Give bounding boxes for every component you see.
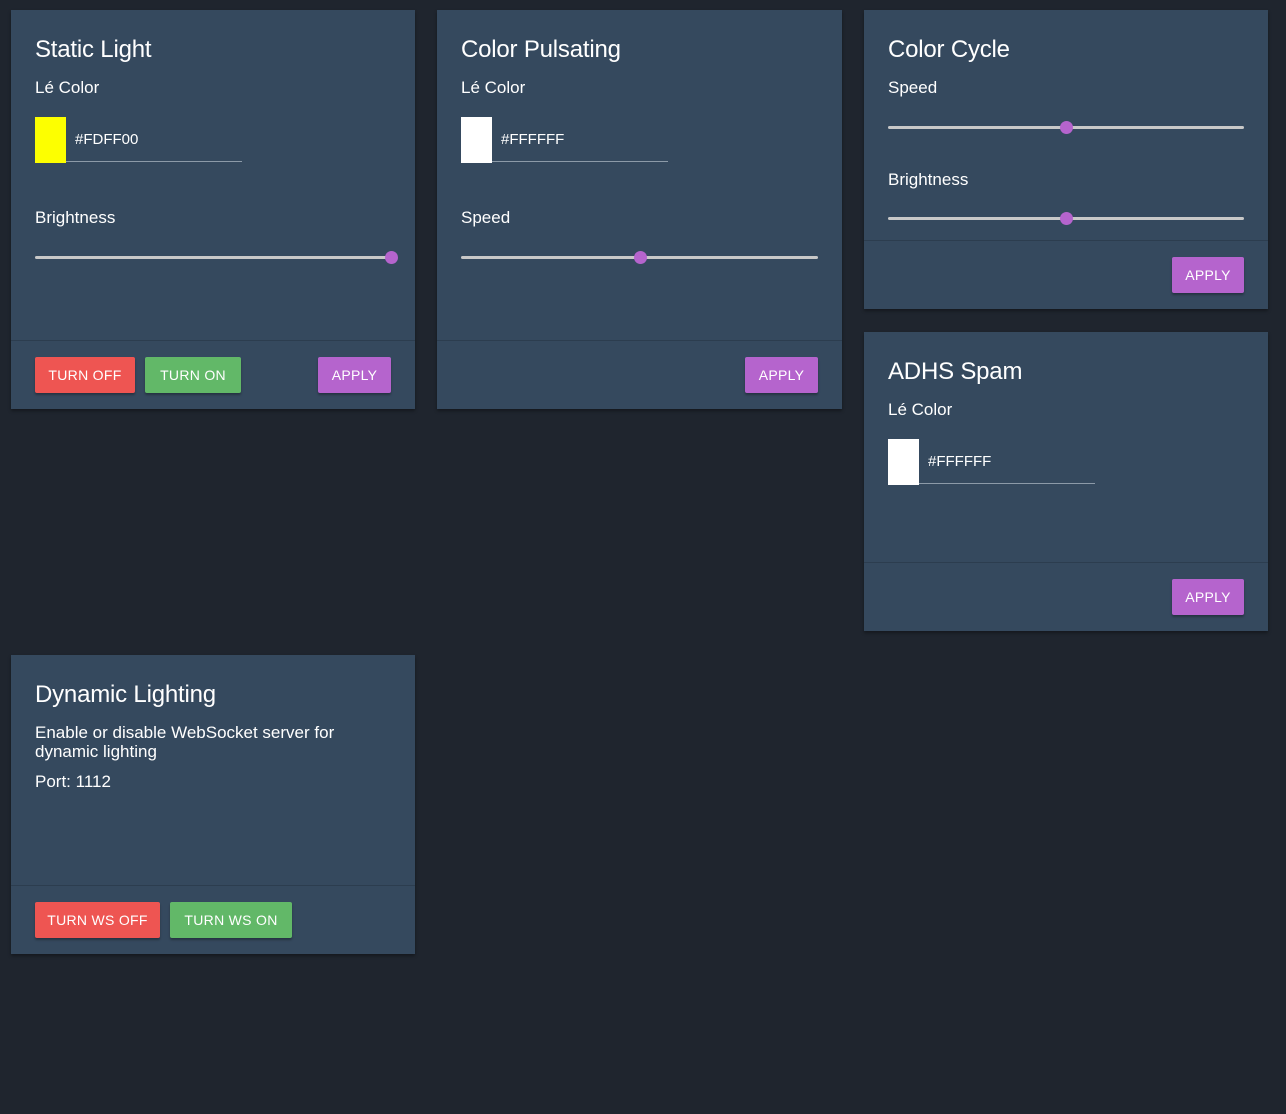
- color-pulsating-color-swatch[interactable]: [461, 117, 492, 163]
- slider-thumb[interactable]: [633, 251, 647, 264]
- color-pulsating-speed-slider[interactable]: [461, 247, 818, 267]
- static-light-title: Static Light: [35, 36, 152, 63]
- color-pulsating-title: Color Pulsating: [461, 36, 621, 63]
- card-divider: [437, 340, 842, 341]
- static-light-apply-button[interactable]: APPLY: [318, 357, 391, 393]
- turn-on-button[interactable]: TURN ON: [145, 357, 241, 393]
- card-divider: [864, 562, 1268, 563]
- card-divider: [864, 240, 1268, 241]
- dynamic-lighting-port: Port: 1112: [35, 772, 111, 791]
- color-pulsating-card: Color Pulsating Lé Color #FFFFFF Speed A…: [437, 10, 842, 409]
- card-divider: [11, 340, 415, 341]
- slider-thumb[interactable]: [1060, 121, 1073, 134]
- turn-off-button[interactable]: TURN OFF: [35, 357, 135, 393]
- slider-track[interactable]: [35, 256, 391, 259]
- adhs-spam-title: ADHS Spam: [888, 358, 1023, 385]
- static-light-color-picker[interactable]: #FDFF00: [35, 117, 242, 163]
- color-pulsating-apply-button[interactable]: APPLY: [745, 357, 818, 393]
- turn-ws-off-button[interactable]: TURN WS OFF: [35, 902, 160, 938]
- color-pulsating-speed-label: Speed: [461, 208, 511, 227]
- static-light-brightness-slider[interactable]: [35, 247, 398, 267]
- adhs-spam-apply-button[interactable]: APPLY: [1172, 579, 1244, 615]
- static-light-card: Static Light Lé Color #FDFF00 Brightness…: [11, 10, 415, 409]
- color-pulsating-color-picker[interactable]: #FFFFFF: [461, 117, 668, 163]
- dynamic-lighting-description: Enable or disable WebSocket server for d…: [35, 723, 335, 761]
- static-light-color-swatch[interactable]: [35, 117, 66, 163]
- adhs-spam-card: ADHS Spam Lé Color #FFFFFF APPLY: [864, 332, 1268, 631]
- color-cycle-title: Color Cycle: [888, 36, 1010, 63]
- static-light-brightness-label: Brightness: [35, 208, 116, 227]
- card-divider: [11, 885, 415, 886]
- static-light-color-label: Lé Color: [35, 78, 100, 97]
- color-cycle-speed-label: Speed: [888, 78, 938, 97]
- adhs-spam-color-swatch[interactable]: [888, 439, 919, 485]
- color-cycle-speed-slider[interactable]: [888, 117, 1244, 137]
- turn-ws-on-button[interactable]: TURN WS ON: [170, 902, 292, 938]
- color-cycle-apply-button[interactable]: APPLY: [1172, 257, 1244, 293]
- color-cycle-brightness-slider[interactable]: [888, 208, 1244, 228]
- adhs-spam-color-input[interactable]: #FFFFFF: [919, 439, 1095, 484]
- static-light-color-input[interactable]: #FDFF00: [66, 117, 242, 162]
- color-pulsating-color-label: Lé Color: [461, 78, 526, 97]
- dynamic-lighting-title: Dynamic Lighting: [35, 681, 216, 708]
- color-cycle-brightness-label: Brightness: [888, 170, 969, 189]
- color-pulsating-color-input[interactable]: #FFFFFF: [492, 117, 668, 162]
- dynamic-lighting-card: Dynamic Lighting Enable or disable WebSo…: [11, 655, 415, 954]
- adhs-spam-color-label: Lé Color: [888, 400, 953, 419]
- adhs-spam-color-picker[interactable]: #FFFFFF: [888, 439, 1095, 485]
- color-cycle-card: Color Cycle Speed Brightness APPLY: [864, 10, 1268, 309]
- slider-thumb[interactable]: [1060, 212, 1073, 225]
- slider-thumb[interactable]: [385, 251, 398, 264]
